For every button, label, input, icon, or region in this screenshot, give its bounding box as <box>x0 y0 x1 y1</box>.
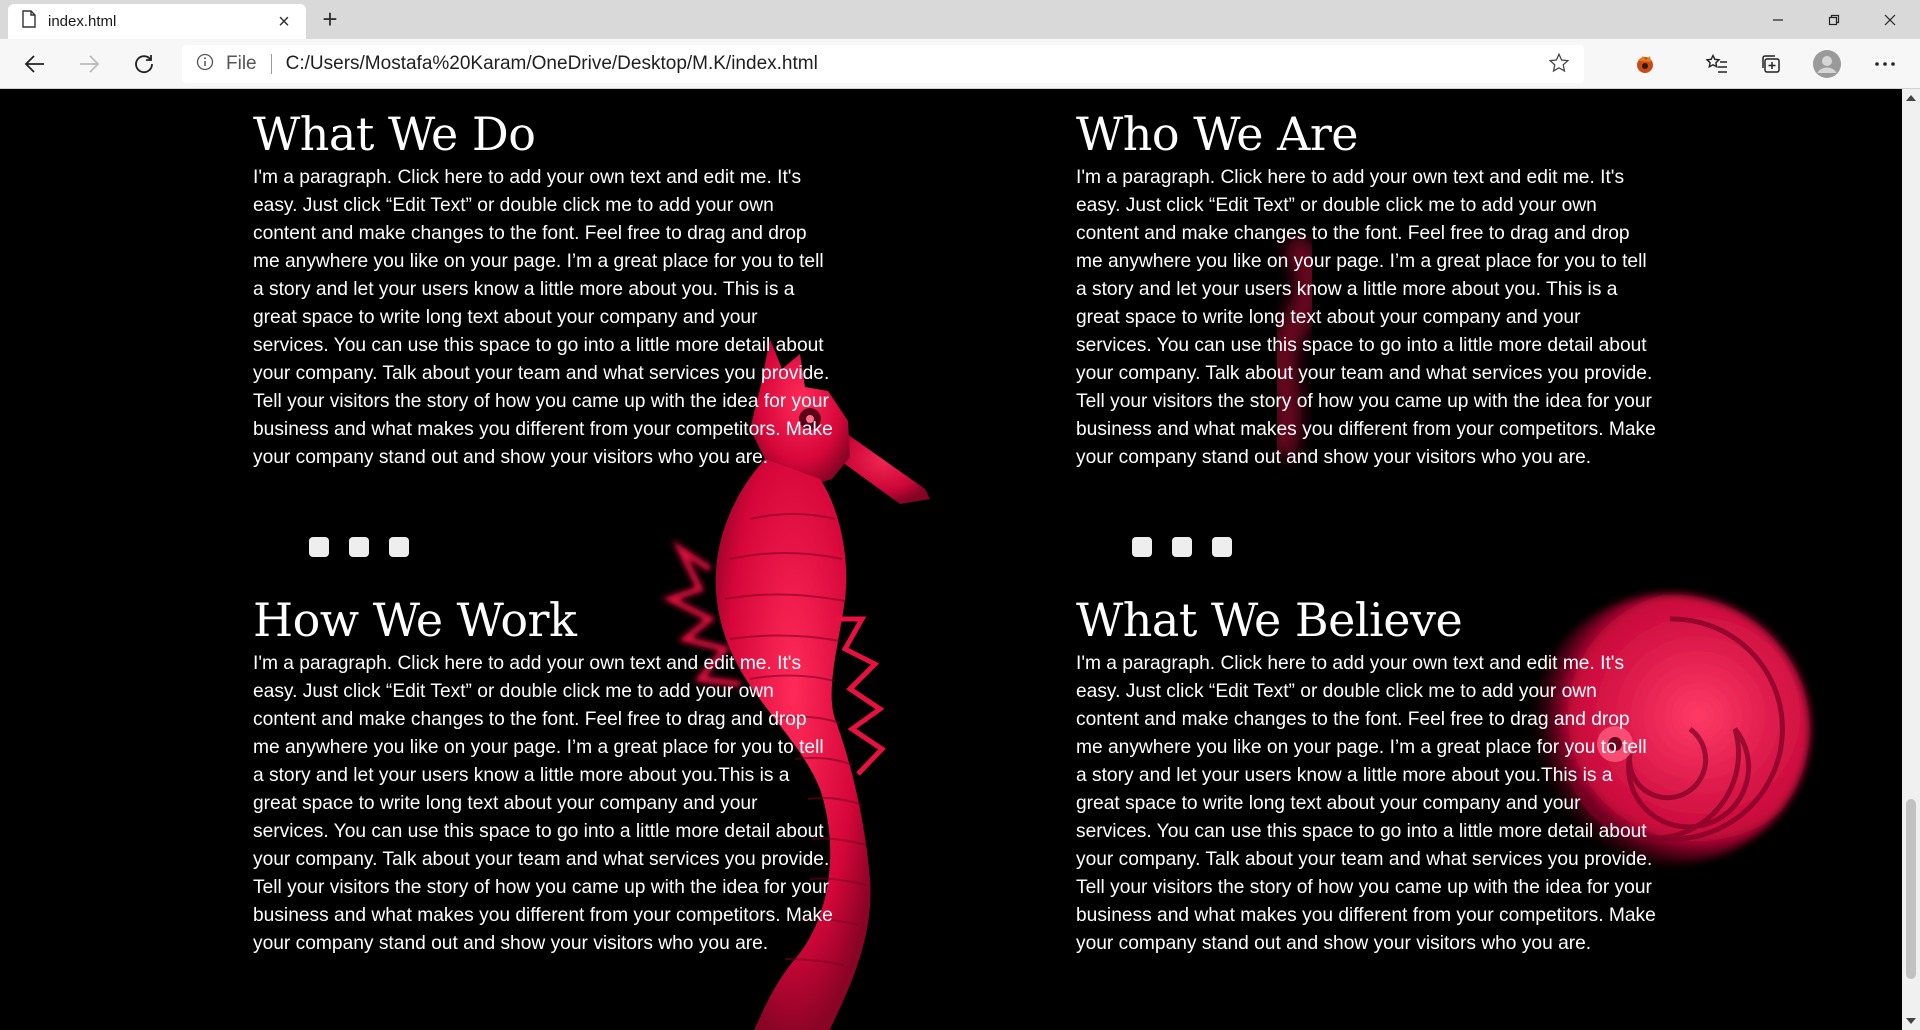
scroll-down-icon[interactable] <box>1906 1018 1916 1024</box>
address-url[interactable]: C:/Users/Mostafa%20Karam/OneDrive/Deskto… <box>286 53 818 75</box>
info-icon[interactable] <box>196 53 214 76</box>
social-icon[interactable] <box>1132 537 1152 557</box>
section-paragraph: I'm a paragraph. Click here to add your … <box>253 653 833 954</box>
section-title: Who We Are <box>1076 107 1359 161</box>
scroll-thumb[interactable] <box>1906 799 1916 979</box>
social-icon[interactable] <box>349 537 369 557</box>
vertical-scrollbar[interactable] <box>1902 89 1920 1030</box>
close-window-icon[interactable] <box>1862 0 1918 39</box>
section-paragraph: I'm a paragraph. Click here to add your … <box>1076 653 1656 954</box>
address-bar[interactable]: File C:/Users/Mostafa%20Karam/OneDrive/D… <box>182 45 1584 83</box>
page-viewport: What We Do I'm a paragraph. Click here t… <box>0 89 1902 1030</box>
section-what-we-believe: What We Believe I'm a paragraph. Click h… <box>1076 592 1656 958</box>
section-who-we-are: Who We Are I'm a paragraph. Click here t… <box>1076 106 1656 472</box>
more-icon[interactable] <box>1868 48 1902 80</box>
forward-arrow-icon <box>72 48 106 80</box>
extension-icon[interactable] <box>1628 48 1662 80</box>
social-icon[interactable] <box>1212 537 1232 557</box>
collections-icon[interactable] <box>1754 48 1788 80</box>
address-scheme: File <box>226 53 257 74</box>
refresh-icon[interactable] <box>127 48 161 80</box>
social-links <box>1132 537 1232 557</box>
section-title: How We Work <box>253 593 577 647</box>
section-title: What We Do <box>253 107 536 161</box>
section-paragraph: I'm a paragraph. Click here to add your … <box>1076 167 1656 468</box>
back-arrow-icon[interactable] <box>18 48 52 80</box>
scroll-up-icon[interactable] <box>1906 95 1916 101</box>
close-icon[interactable]: × <box>272 12 296 32</box>
browser-tab[interactable]: index.html × <box>8 4 306 39</box>
section-what-we-do: What We Do I'm a paragraph. Click here t… <box>253 106 833 472</box>
star-icon[interactable] <box>1548 52 1570 79</box>
social-icon[interactable] <box>1172 537 1192 557</box>
favorites-list-icon[interactable] <box>1700 48 1734 80</box>
social-icon[interactable] <box>309 537 329 557</box>
section-how-we-work: How We Work I'm a paragraph. Click here … <box>253 592 833 958</box>
section-paragraph: I'm a paragraph. Click here to add your … <box>253 167 833 468</box>
tab-title: index.html <box>48 13 117 30</box>
social-icon[interactable] <box>389 537 409 557</box>
section-title: What We Believe <box>1076 593 1463 647</box>
profile-icon[interactable] <box>1810 48 1844 80</box>
address-divider <box>270 54 272 74</box>
restore-icon[interactable] <box>1806 0 1862 39</box>
tab-strip: index.html × + <box>0 0 1920 39</box>
social-links <box>309 537 409 557</box>
file-icon <box>22 10 36 33</box>
plus-icon[interactable]: + <box>315 6 345 34</box>
minimize-icon[interactable] <box>1750 0 1806 39</box>
browser-toolbar: File C:/Users/Mostafa%20Karam/OneDrive/D… <box>0 39 1920 89</box>
